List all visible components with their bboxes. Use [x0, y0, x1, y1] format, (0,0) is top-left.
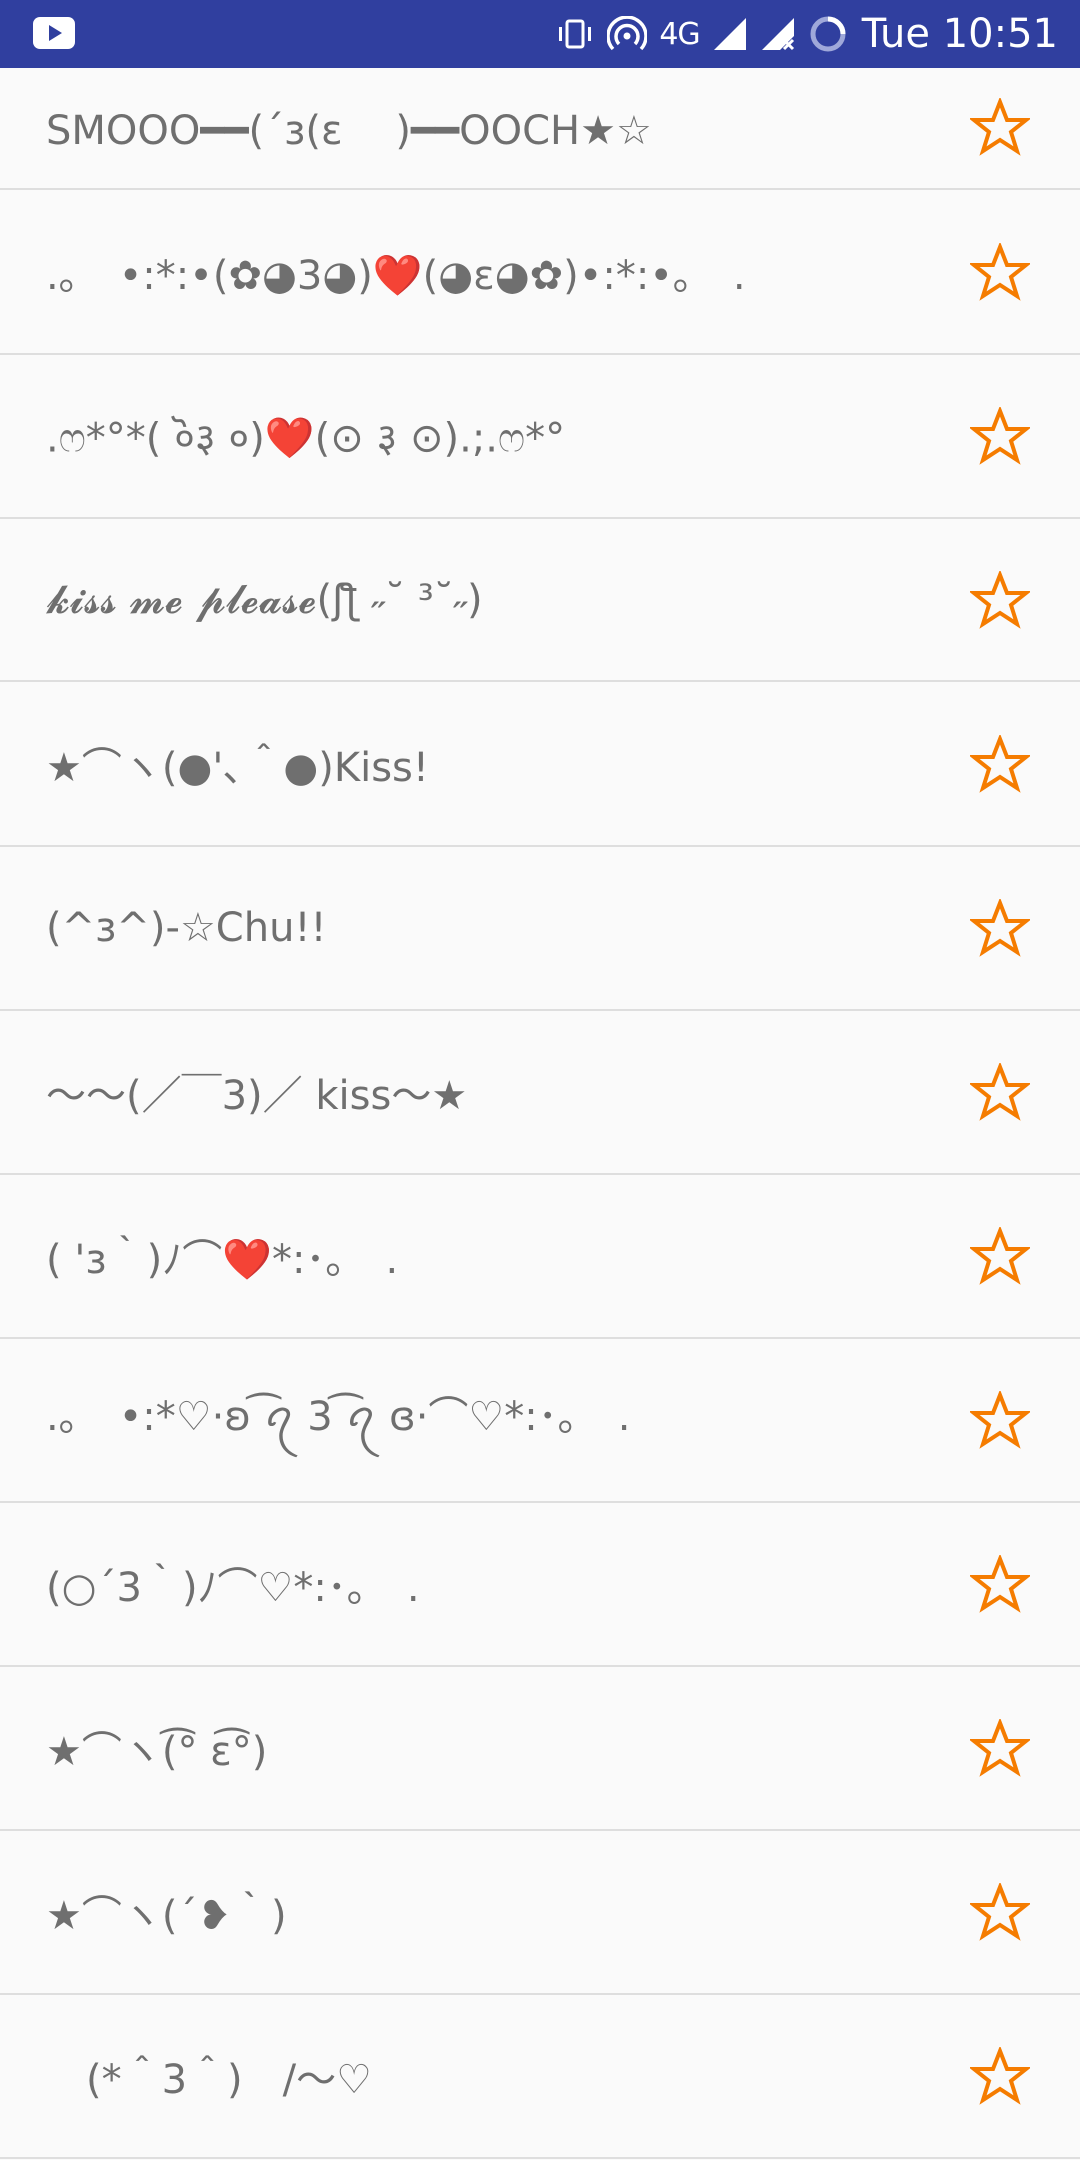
emoticon-text: ～～(／￣3)／ kiss～★ — [46, 1073, 468, 1119]
favorite-star-icon[interactable] — [970, 899, 1030, 957]
list-item[interactable]: (○´3｀)ﾉ⌒♡*:･｡ . — [0, 1503, 1080, 1667]
favorite-star-icon[interactable] — [970, 1555, 1030, 1613]
list-item[interactable]: 𝓴𝓲𝓼𝓼 𝓶𝓮 𝓹𝓵𝓮𝓪𝓼𝓮(ʃƪ ˶˘ ³˘˶) — [0, 519, 1080, 682]
emoticon-text: ★⌒ヽ(´❥｀) — [46, 1893, 287, 1939]
emoticon-text: .｡ •:*:•(✿◕3◕)❤️(◕ε◕✿)•:*:•｡ . — [46, 252, 746, 299]
list-item[interactable]: (^з^)-☆Chu!! — [0, 847, 1080, 1011]
status-bar: 4G Tue 10:51 — [0, 0, 1080, 68]
list-item[interactable]: ★⌒ヽ(͡° ε͡°) — [0, 1667, 1080, 1831]
favorite-star-icon[interactable] — [970, 734, 1030, 793]
emoticon-text: .｡ •:*♡·ʚ ͡ꪖ 3 ͡ꪖ ɞ·⌒♡*:･｡ . — [46, 1394, 631, 1440]
emoticon-text: ★⌒ヽ(●'､＾●)Kiss! — [46, 744, 429, 791]
favorite-star-icon[interactable] — [970, 2047, 1030, 2105]
emoticon-text: 𝓴𝓲𝓼𝓼 𝓶𝓮 𝓹𝓵𝓮𝓪𝓼𝓮(ʃƪ ˶˘ ³˘˶) — [46, 576, 483, 623]
favorite-star-icon[interactable] — [970, 1883, 1030, 1941]
list-item[interactable]: SMOOO━━(´з(ε )━━OOCH★☆ — [0, 66, 1080, 190]
network-type: 4G — [659, 16, 700, 52]
favorite-star-icon[interactable] — [970, 1063, 1030, 1121]
list-item[interactable]: ( 'з｀)ﾉ⌒❤️*:･｡ . — [0, 1175, 1080, 1339]
list-item[interactable]: .｡ •:*:•(✿◕3◕)❤️(◕ε◕✿)•:*:•｡ . — [0, 190, 1080, 355]
status-icons: 4G Tue 10:51 — [555, 0, 1058, 68]
emoticon-text: (○´3｀)ﾉ⌒♡*:･｡ . — [46, 1565, 420, 1611]
favorite-star-icon[interactable] — [970, 242, 1030, 301]
emoticon-text: .ෆ*°*( ०ॆ३ ०)❤️(⊙ ३ ⊙).;.ෆ*° — [46, 415, 566, 462]
list-item[interactable]: ★⌒ヽ(●'､＾●)Kiss! — [0, 682, 1080, 847]
favorite-star-icon[interactable] — [970, 1719, 1030, 1777]
favorite-star-icon[interactable] — [970, 570, 1030, 629]
favorite-star-icon[interactable] — [970, 1227, 1030, 1285]
list-item[interactable]: ～～(／￣3)／ kiss～★ — [0, 1011, 1080, 1175]
youtube-icon — [33, 17, 75, 49]
clock: Tue 10:51 — [861, 11, 1058, 57]
favorite-star-icon[interactable] — [970, 407, 1030, 465]
list-item[interactable]: .ෆ*°*( ०ॆ३ ०)❤️(⊙ ३ ⊙).;.ෆ*° — [0, 355, 1080, 519]
battery-charging-icon — [810, 16, 846, 52]
emoticon-text: (^з^)-☆Chu!! — [46, 905, 327, 951]
signal-icon — [713, 18, 746, 50]
list-item[interactable]: .｡ •:*♡·ʚ ͡ꪖ 3 ͡ꪖ ɞ·⌒♡*:･｡ . — [0, 1339, 1080, 1503]
favorite-star-icon[interactable] — [970, 1391, 1030, 1449]
emoticon-text: ★⌒ヽ(͡° ε͡°) — [46, 1729, 268, 1775]
emoticon-text: ( 'з｀)ﾉ⌒❤️*:･｡ . — [46, 1237, 399, 1283]
list-item[interactable]: (*＾3＾) /～♡ — [0, 1995, 1080, 2159]
list-item[interactable]: ★⌒ヽ(´❥｀) — [0, 1831, 1080, 1995]
emoticon-text: (*＾3＾) /～♡ — [46, 2057, 372, 2103]
vibrate-icon — [559, 19, 592, 49]
signal-no-service-icon — [761, 18, 794, 51]
favorite-star-icon[interactable] — [970, 98, 1030, 156]
emoticon-text: SMOOO━━(´з(ε )━━OOCH★☆ — [46, 108, 652, 154]
hotspot-icon — [607, 16, 648, 51]
